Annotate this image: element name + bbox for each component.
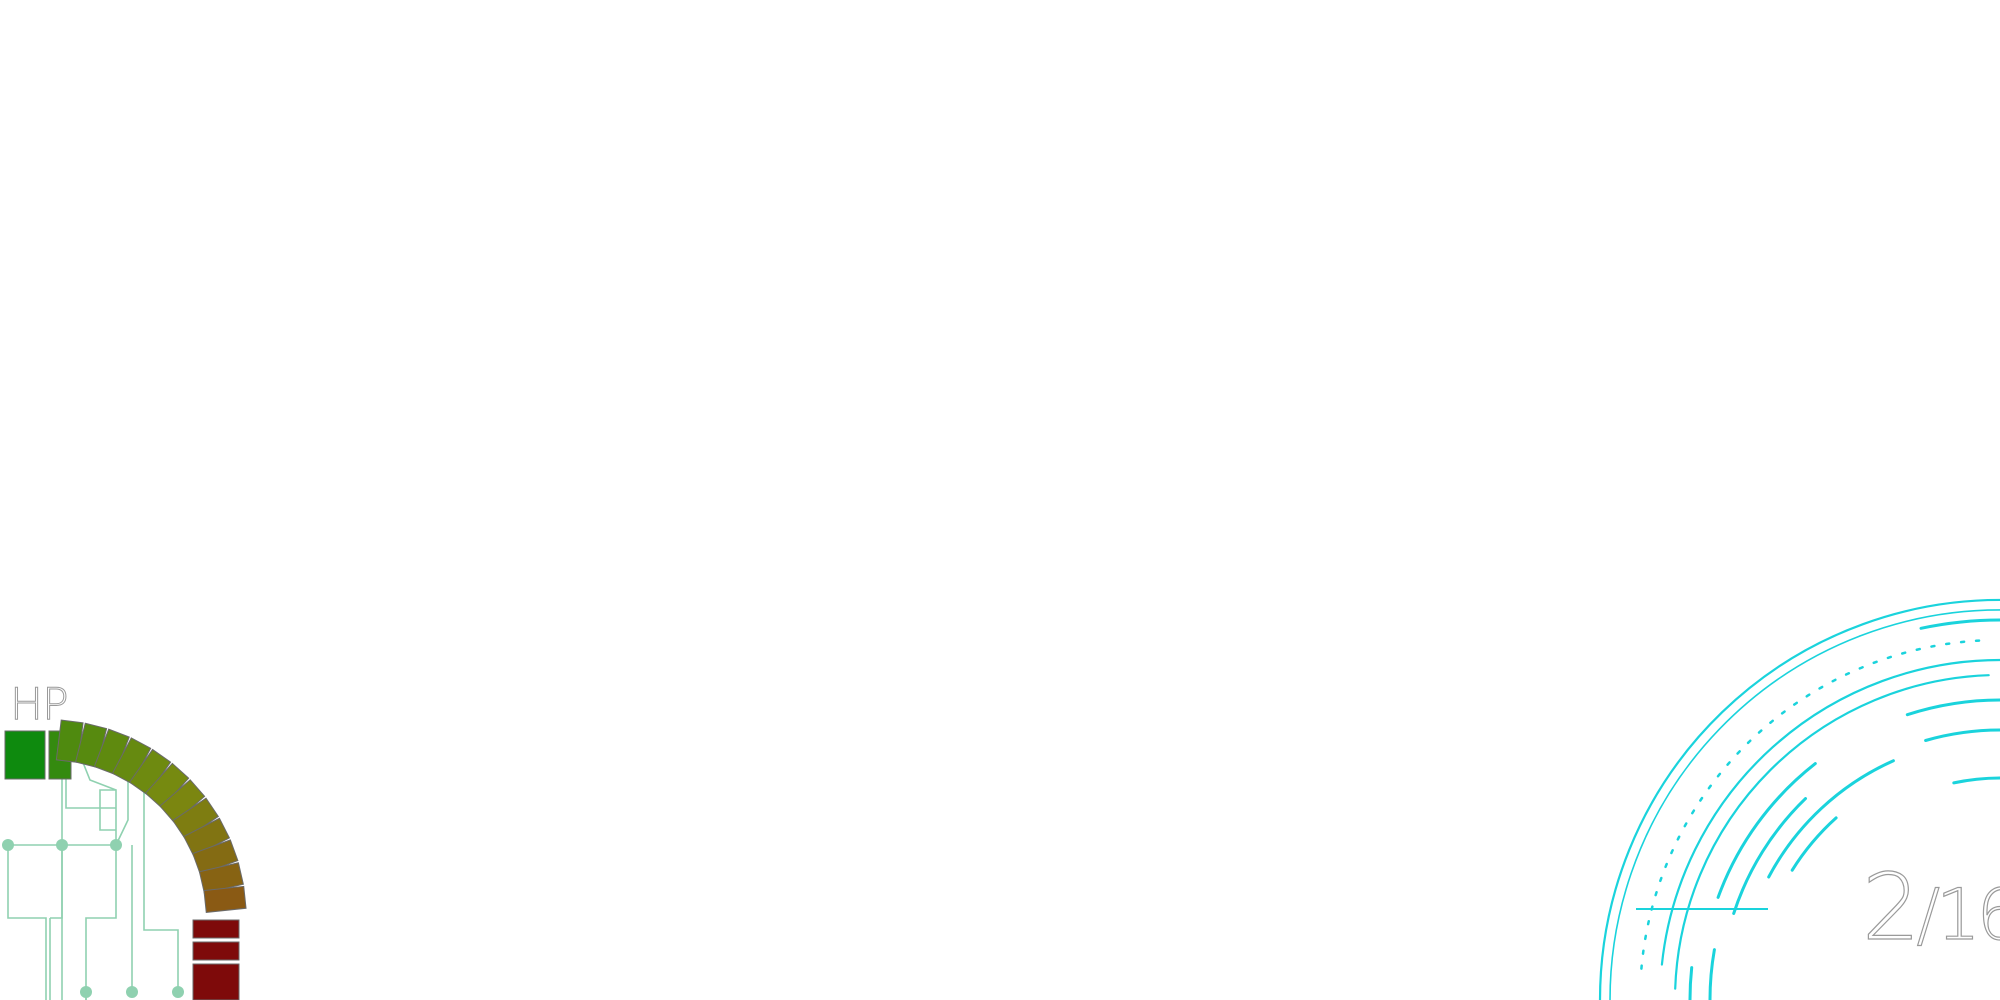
reticle-tick-arc [1708, 948, 1716, 1000]
ammo-reticle [1598, 598, 2000, 1000]
reticle-tick-arc [1919, 618, 2000, 630]
reticle-tick-arc [1732, 797, 1807, 915]
game-viewport: HP 2/16 [0, 0, 2000, 1000]
ammo-total: 16 [1936, 874, 2000, 956]
reticle-tick-arc [1790, 816, 1838, 872]
reticle-tick-arc [1952, 776, 2000, 785]
ammo-separator: / [1916, 874, 1941, 956]
ammo-counter: 2/16 [1861, 861, 2000, 956]
reticle-tick-arc [1905, 698, 2000, 717]
reticle-tick-arc [1688, 966, 1694, 1000]
ammo-current: 2 [1861, 854, 1921, 961]
reticle-tick-arc [1924, 728, 2000, 742]
